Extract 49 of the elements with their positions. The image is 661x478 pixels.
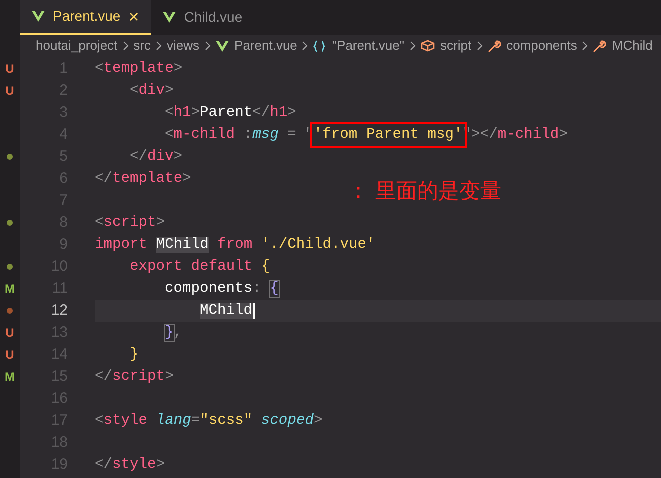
breadcrumb-item[interactable]: script [440,36,472,56]
line-number: 12 [50,300,68,321]
wrench-icon [488,40,501,52]
annotation-text: ： 里面的是变量 [348,178,502,205]
breadcrumb-item[interactable]: views [167,36,200,56]
chevron-icon [410,41,416,51]
code-line: </script> [95,368,174,387]
git-status-letter: M [5,281,15,298]
tab-label: Parent.vue [53,7,121,26]
code-line: </template> [95,170,192,189]
chevron-icon [122,41,129,51]
code-line: }, [165,324,183,343]
code-line: import MChild from './Child.vue' [95,236,376,255]
chevron-icon [302,41,308,51]
breadcrumb-item[interactable]: houtai_project [36,36,118,56]
vue-icon [32,11,45,22]
breadcrumb-item[interactable]: "Parent.vue" [332,36,405,56]
cube-icon [420,40,435,52]
chevron-icon [156,41,162,51]
chevron-icon [204,41,211,51]
breadcrumb-item[interactable]: Parent.vue [234,36,298,56]
code-line: <style lang="scss" scoped> [95,412,323,431]
breadcrumb-item[interactable]: MChild [612,36,653,56]
git-status-letter: U [6,325,14,342]
editor-tab[interactable]: Child.vue [151,0,255,35]
chevron-icon [476,41,483,51]
git-status-letter: U [6,347,14,364]
code-line: <div> [130,82,174,101]
code-line: </div> [130,148,183,167]
breadcrumb-item[interactable]: components [506,36,578,56]
breadcrumb-item[interactable]: src [134,36,152,56]
wrench-icon [593,40,606,52]
close-icon[interactable]: × [128,8,140,26]
git-status-letter: U [6,61,14,78]
code-line: <script> [95,214,166,233]
code-line: <template> [95,60,183,79]
git-status-letter: U [6,83,14,100]
code-line: export default { [130,258,270,277]
git-status-letter: M [5,369,15,386]
code-line: <h1>Parent</h1> [165,104,296,123]
editor-tab[interactable]: Parent.vue × [20,0,152,35]
code-line: components: { [165,280,279,299]
braces-icon [313,40,326,52]
tab-label: Child.vue [184,8,243,27]
code-line: } [130,346,139,365]
chevron-icon [582,41,588,51]
code-line: </style> [95,456,166,475]
vue-icon [163,12,176,23]
vue-icon [216,40,229,52]
